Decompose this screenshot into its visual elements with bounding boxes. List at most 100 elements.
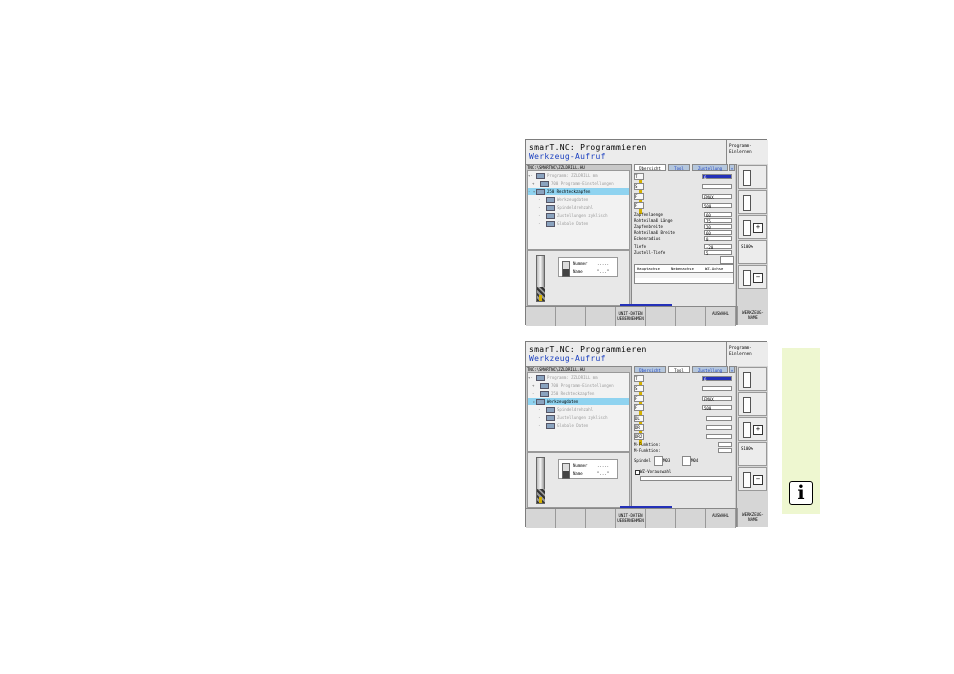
softkey-2[interactable] [556, 509, 586, 528]
tab-tool[interactable]: Tool [668, 366, 690, 373]
globe-icon [546, 423, 555, 429]
tool-number-field[interactable]: 6 [702, 376, 732, 382]
softkey-6[interactable] [676, 509, 706, 528]
param-field[interactable]: 20 [704, 224, 732, 230]
spindle-speed-field[interactable] [702, 184, 732, 189]
stud-icon [540, 391, 549, 397]
feed-field[interactable]: FMAX [702, 194, 732, 200]
tool-name-button[interactable]: WERKZEUG-NAME [737, 306, 768, 325]
program-tree[interactable]: ▾- Programm: ZZLDRILL mm +700 Programm-Ei… [527, 170, 630, 250]
mode-line1: Programm- [729, 143, 752, 148]
side-key-zplus[interactable] [738, 165, 767, 189]
tree-item[interactable]: ▾- Programm: ZZLDRILL mm [528, 172, 628, 179]
side-softkeys: + S100% − [736, 366, 768, 527]
tab-infeed[interactable]: Zustellung [692, 164, 728, 171]
tree-item-selected[interactable]: - ▾ 250 Rechteckzapfen [528, 188, 629, 195]
m-function-label: M-Funktion: [634, 442, 661, 447]
softkey-1[interactable] [526, 509, 556, 528]
param-field[interactable]: 60 [704, 212, 732, 218]
param-field[interactable]: 60 [704, 230, 732, 236]
plunge-feed-icon: F [634, 404, 644, 416]
tree-item[interactable]: · Globale Daten [538, 220, 588, 227]
tree-item[interactable]: +700 Programm-Einstellungen [532, 382, 628, 389]
side-key-plus[interactable]: + [738, 215, 767, 239]
title-bar: smarT.NC: Programmieren Werkzeug-Aufruf [526, 342, 726, 367]
tab-tool[interactable]: Tool [668, 164, 690, 171]
delta-radius2-field[interactable] [706, 434, 732, 439]
tree-item[interactable]: +700 Programm-Einstellungen [532, 180, 628, 187]
table-row[interactable] [635, 272, 733, 278]
side-key-override[interactable]: S100% [738, 442, 767, 466]
tab-more[interactable]: » [729, 164, 735, 171]
tab-overview[interactable]: Übersicht [634, 366, 666, 373]
delta-radius-field[interactable] [706, 425, 732, 430]
screenshot-bottom: smarT.NC: Programmieren Werkzeug-Aufruf … [525, 341, 768, 528]
tab-infeed[interactable]: Zustellung [692, 366, 728, 373]
tree-item[interactable]: · Zustellungen zyklisch [538, 414, 608, 421]
softkey-select[interactable]: AUSWAHL [706, 307, 736, 326]
side-key-zplus[interactable] [738, 367, 767, 391]
feed-field[interactable]: FMAX [702, 396, 732, 402]
side-key-tool[interactable] [738, 190, 767, 214]
softkey-unit-data[interactable]: UNIT-DATEN UEBERNEHMEN [616, 307, 646, 326]
param-field[interactable]: -20 [704, 244, 732, 250]
param-field[interactable]: 75 [704, 218, 732, 224]
tab-more[interactable]: » [729, 366, 735, 373]
plunge-feed-field[interactable]: 500 [702, 405, 732, 411]
mode-line2: Einlernen [729, 149, 752, 154]
info-icon[interactable]: i [789, 481, 813, 505]
m-function-field[interactable] [718, 442, 732, 447]
tree-item[interactable]: ▾- Programm: ZZLDRILL mm [528, 374, 628, 381]
tree-item[interactable]: · Zustellungen zyklisch [538, 212, 608, 219]
plunge-feed-field[interactable]: 500 [702, 203, 732, 209]
program-tree[interactable]: ▾- Programm: ZZLDRILL mm +700 Programm-Ei… [527, 372, 630, 452]
tool-icon [536, 399, 545, 405]
softkey-5[interactable] [646, 509, 676, 528]
spindle-icon [546, 407, 555, 413]
tab-overview[interactable]: Übersicht [634, 164, 666, 171]
spindle-option-m04[interactable]: M04 [691, 458, 698, 463]
program-icon [536, 375, 545, 381]
softkey-select[interactable]: AUSWAHL [706, 509, 736, 528]
softkey-6[interactable] [676, 307, 706, 326]
tree-item[interactable]: · Spindeldrehzahl [538, 204, 593, 211]
spindle-cw-icon[interactable] [654, 456, 663, 466]
spindle-ccw-icon[interactable] [682, 456, 691, 466]
softkey-5[interactable] [646, 307, 676, 326]
axis-icon [743, 472, 751, 488]
param-label: Zapfenlaenge [634, 212, 663, 217]
preselect-field[interactable] [640, 476, 732, 481]
softkey-1[interactable] [526, 307, 556, 326]
side-key-minus[interactable]: − [738, 467, 767, 491]
spindle-speed-field[interactable] [702, 386, 732, 391]
softkey-3[interactable] [586, 509, 616, 528]
spindle-option-m03[interactable]: M03 [663, 458, 670, 463]
spindle-speed-icon: S [634, 183, 644, 195]
settings-icon [540, 181, 549, 187]
param-field[interactable]: 5 [704, 250, 732, 256]
side-key-override[interactable]: S100% [738, 240, 767, 264]
softkey-2[interactable] [556, 307, 586, 326]
side-key-minus[interactable]: − [738, 265, 767, 289]
m-function-label: M-Funktion: [634, 448, 661, 453]
tree-item[interactable]: · Spindeldrehzahl [538, 406, 593, 413]
app-title: smarT.NC: Programmieren [529, 345, 647, 354]
tree-item[interactable]: · Werkzeugdaten [538, 196, 588, 203]
side-key-tool[interactable] [738, 392, 767, 416]
side-key-plus[interactable]: + [738, 417, 767, 441]
m-function-field[interactable] [718, 448, 732, 453]
tool-name-button[interactable]: WERKZEUG-NAME [737, 508, 768, 527]
mini-tool-icon [562, 261, 570, 277]
delta-length-field[interactable] [706, 416, 732, 421]
softkey-unit-data[interactable]: UNIT-DATEN UEBERNEHMEN [616, 509, 646, 528]
axis-icon [743, 422, 751, 438]
tool-number-field[interactable]: 6 [702, 174, 732, 180]
tree-item[interactable]: -250 Rechteckzapfen [532, 390, 628, 397]
tree-item-selected[interactable]: ▸ Werkzeugdaten [528, 398, 629, 405]
softkey-3[interactable] [586, 307, 616, 326]
name-value: "..." [597, 269, 610, 274]
param-field[interactable]: 0 [704, 236, 732, 242]
graphic-icon[interactable] [720, 256, 734, 264]
infeed-icon [546, 415, 555, 421]
tree-item[interactable]: · Globale Daten [538, 422, 588, 429]
